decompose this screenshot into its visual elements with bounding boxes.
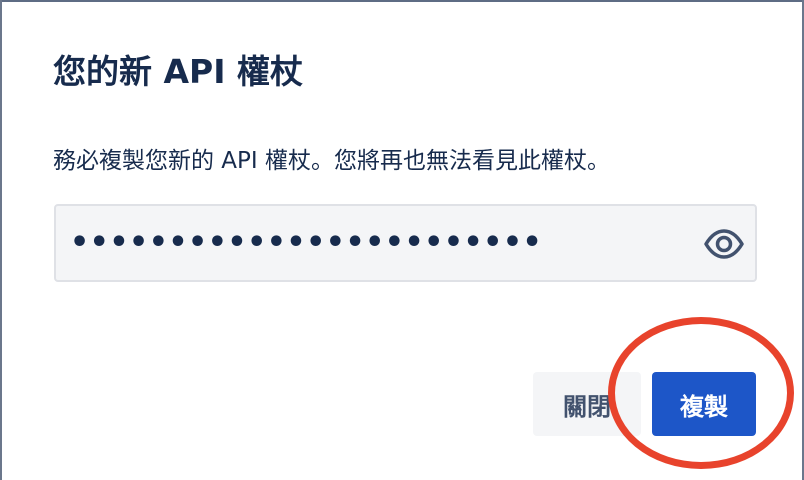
api-token-dialog: 您的新 API 權杖 務必複製您新的 API 權杖。您將再也無法看見此權杖。 •… bbox=[2, 2, 802, 480]
api-token-field[interactable]: •••••••••••••••••••••••• bbox=[54, 204, 757, 282]
copy-button[interactable]: 複製 bbox=[652, 372, 756, 436]
close-button[interactable]: 關閉 bbox=[533, 372, 641, 436]
api-token-masked-value[interactable]: •••••••••••••••••••••••• bbox=[70, 226, 542, 260]
eye-icon[interactable] bbox=[703, 224, 745, 264]
dialog-title: 您的新 API 權杖 bbox=[53, 52, 303, 91]
dialog-description: 務必複製您新的 API 權杖。您將再也無法看見此權杖。 bbox=[53, 148, 611, 174]
